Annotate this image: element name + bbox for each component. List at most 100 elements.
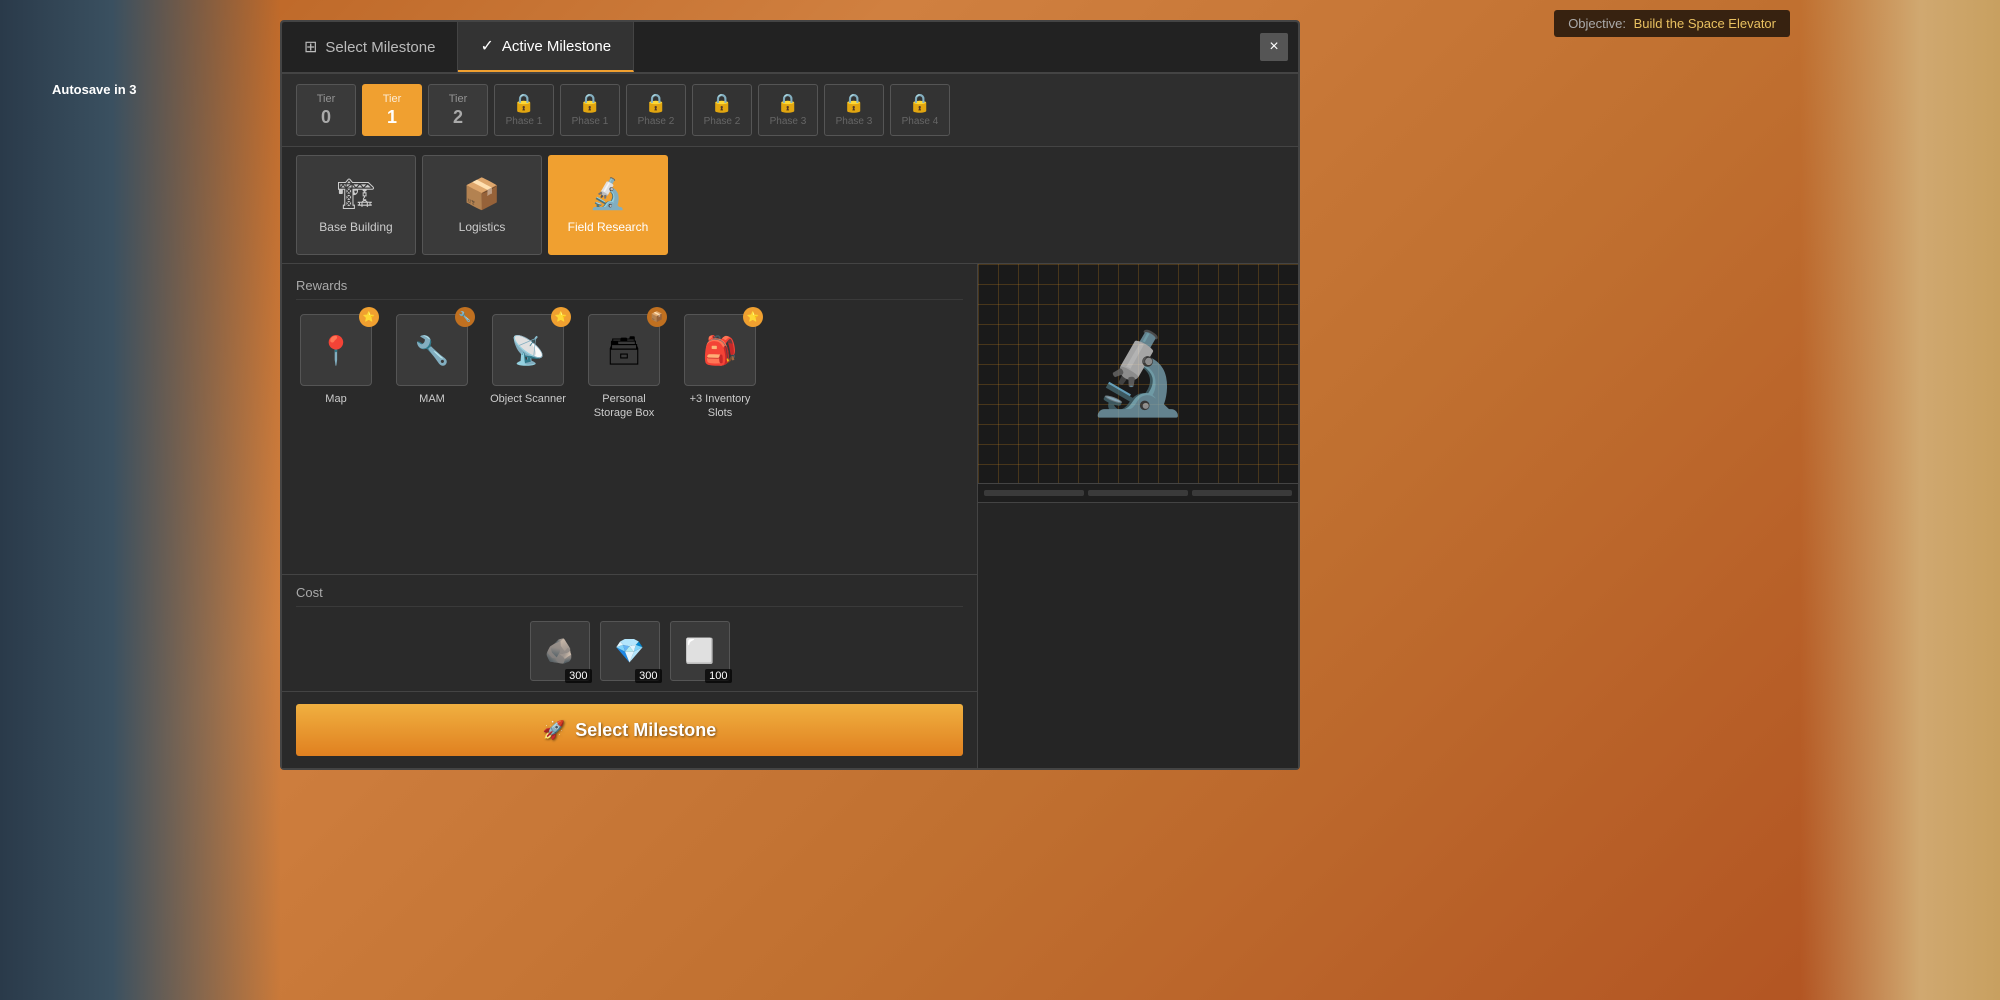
- tab-active-milestone[interactable]: ✓ Active Milestone: [458, 22, 634, 72]
- phase-3a-label: Phase 3: [770, 116, 807, 127]
- cost-item-2: 💎 300: [600, 621, 660, 681]
- phase-1a-button: 🔒 Phase 1: [494, 84, 554, 136]
- preview-image: 🔬: [978, 264, 1298, 484]
- tier-0-num: 0: [321, 107, 331, 128]
- reward-map-label: Map: [325, 392, 346, 406]
- lock-icon-1b: 🔒: [579, 93, 601, 114]
- phase-3a-button: 🔒 Phase 3: [758, 84, 818, 136]
- reward-personal-storage: 📦 🗃 Personal Storage Box: [584, 314, 664, 421]
- reward-scanner-badge: ⭐: [551, 307, 571, 327]
- reward-mam-icon-wrap: 🔧 🔧: [396, 314, 468, 386]
- reward-scanner-icon-wrap: ⭐ 📡: [492, 314, 564, 386]
- main-modal: ⊞ Select Milestone ✓ Active Milestone × …: [280, 20, 1300, 770]
- reward-mam-label: MAM: [419, 392, 445, 406]
- rewards-grid: ⭐ 📍 Map 🔧 🔧 MAM ⭐: [296, 314, 963, 421]
- reward-map-icon-wrap: ⭐ 📍: [300, 314, 372, 386]
- tab-select-milestone[interactable]: ⊞ Select Milestone: [282, 22, 458, 72]
- preview-ctrl-1: [984, 490, 1084, 496]
- milestone-logistics-label: Logistics: [459, 220, 506, 234]
- mam-icon: 🔧: [415, 334, 450, 367]
- cost-material1-amount: 300: [565, 669, 591, 683]
- phase-1a-label: Phase 1: [506, 116, 543, 127]
- phase-2b-button: 🔒 Phase 2: [692, 84, 752, 136]
- tier-0-label: Tier: [317, 93, 336, 105]
- milestone-base-building-label: Base Building: [319, 220, 392, 234]
- milestone-grid-icon: ⊞: [304, 37, 317, 57]
- phase-3b-button: 🔒 Phase 3: [824, 84, 884, 136]
- lock-icon-3a: 🔒: [777, 93, 799, 114]
- side-panel-left: [0, 0, 280, 1000]
- right-panel: 🔬: [978, 264, 1298, 768]
- reward-inventory-slots: ⭐ 🎒 +3 Inventory Slots: [680, 314, 760, 421]
- cost-title: Cost: [296, 585, 963, 607]
- milestone-base-building[interactable]: 🏗 Base Building: [296, 155, 416, 255]
- field-research-icon: 🔬: [589, 177, 626, 212]
- reward-object-scanner: ⭐ 📡 Object Scanner: [488, 314, 568, 421]
- reward-inventory-label: +3 Inventory Slots: [680, 392, 760, 421]
- scanner-icon: 📡: [511, 334, 546, 367]
- phase-2a-button: 🔒 Phase 2: [626, 84, 686, 136]
- tier-2-label: Tier: [449, 93, 468, 105]
- lock-icon-2a: 🔒: [645, 93, 667, 114]
- reward-mam-badge: 🔧: [455, 307, 475, 327]
- close-button[interactable]: ×: [1260, 33, 1288, 61]
- reward-inventory-icon-wrap: ⭐ 🎒: [684, 314, 756, 386]
- phase-4-button: 🔒 Phase 4: [890, 84, 950, 136]
- rewards-title: Rewards: [296, 278, 963, 300]
- preview-ctrl-3: [1192, 490, 1292, 496]
- cost-item-1: 🪨 300: [530, 621, 590, 681]
- tier-2-button[interactable]: Tier 2: [428, 84, 488, 136]
- tier-2-num: 2: [453, 107, 463, 128]
- select-button-wrap: 🚀 Select Milestone: [282, 691, 977, 768]
- inventory-icon: 🎒: [703, 334, 738, 367]
- milestone-field-research[interactable]: 🔬 Field Research: [548, 155, 668, 255]
- cost-item-3: ⬜ 100: [670, 621, 730, 681]
- select-btn-label: Select Milestone: [575, 720, 716, 741]
- tier-1-label: Tier: [383, 93, 402, 105]
- reward-storage-icon-wrap: 📦 🗃: [588, 314, 660, 386]
- checkmark-icon: ✓: [480, 36, 493, 56]
- content-area: Rewards ⭐ 📍 Map 🔧 🔧 M: [282, 264, 1298, 768]
- select-rocket-icon: 🚀: [543, 720, 565, 741]
- objective-label: Objective:: [1568, 16, 1626, 31]
- cost-items: 🪨 300 💎 300 ⬜ 100: [296, 621, 963, 681]
- phase-2a-label: Phase 2: [638, 116, 675, 127]
- close-icon: ×: [1269, 38, 1278, 56]
- storage-icon: 🗃: [606, 334, 642, 367]
- objective-bar: Objective: Build the Space Elevator: [1554, 10, 1790, 37]
- reward-storage-badge: 📦: [647, 307, 667, 327]
- preview-figure: 🔬: [1088, 327, 1188, 421]
- phase-4-label: Phase 4: [902, 116, 939, 127]
- autosave-text: Autosave in 3: [52, 82, 137, 97]
- lock-icon-3b: 🔒: [843, 93, 865, 114]
- cost-material2-amount: 300: [635, 669, 661, 683]
- rewards-section: Rewards ⭐ 📍 Map 🔧 🔧 M: [282, 264, 977, 574]
- tab-bar: ⊞ Select Milestone ✓ Active Milestone ×: [282, 22, 1298, 74]
- reward-map-badge: ⭐: [359, 307, 379, 327]
- phase-2b-label: Phase 2: [704, 116, 741, 127]
- milestone-logistics[interactable]: 📦 Logistics: [422, 155, 542, 255]
- reward-mam: 🔧 🔧 MAM: [392, 314, 472, 421]
- tier-1-num: 1: [387, 107, 397, 128]
- reward-inventory-badge: ⭐: [743, 307, 763, 327]
- tier-0-button[interactable]: Tier 0: [296, 84, 356, 136]
- objective-text: Build the Space Elevator: [1634, 16, 1776, 31]
- preview-ctrl-2: [1088, 490, 1188, 496]
- cost-section: Cost 🪨 300 💎 300 ⬜ 100: [282, 574, 977, 691]
- select-milestone-button[interactable]: 🚀 Select Milestone: [296, 704, 963, 756]
- preview-controls: [978, 484, 1298, 503]
- lock-icon-1a: 🔒: [513, 93, 535, 114]
- milestone-options-row: 🏗 Base Building 📦 Logistics 🔬 Field Rese…: [282, 147, 1298, 264]
- milestone-field-research-label: Field Research: [568, 220, 649, 234]
- preview-info: [978, 503, 1298, 768]
- tier-1-button[interactable]: Tier 1: [362, 84, 422, 136]
- tab-select-label: Select Milestone: [325, 39, 435, 56]
- tab-active-label: Active Milestone: [502, 38, 611, 55]
- lock-icon-2b: 🔒: [711, 93, 733, 114]
- map-icon: 📍: [319, 334, 354, 367]
- tier-row: Tier 0 Tier 1 Tier 2 🔒 Phase 1 🔒 Phase 1…: [282, 74, 1298, 147]
- phase-1b-button: 🔒 Phase 1: [560, 84, 620, 136]
- lock-icon-4: 🔒: [909, 93, 931, 114]
- logistics-icon: 📦: [463, 177, 500, 212]
- reward-scanner-label: Object Scanner: [490, 392, 566, 406]
